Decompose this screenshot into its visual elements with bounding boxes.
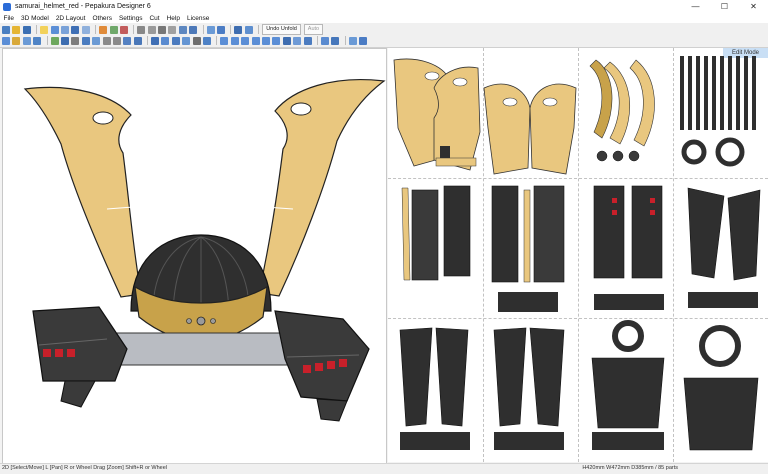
zoom-icon[interactable] bbox=[81, 25, 90, 34]
group-icon[interactable] bbox=[331, 36, 340, 45]
window-title: samurai_helmet_red - Pepakura Designer 6 bbox=[15, 3, 151, 10]
move-icon[interactable] bbox=[60, 25, 69, 34]
toolbar-separator bbox=[230, 25, 232, 34]
view-3d-icon[interactable] bbox=[348, 36, 357, 45]
zoom-extent-icon[interactable] bbox=[217, 25, 226, 34]
menu-settings[interactable]: Settings bbox=[115, 15, 146, 22]
layout-icon[interactable] bbox=[234, 25, 243, 34]
align-center-icon[interactable] bbox=[230, 36, 239, 45]
menu-bar: File 3D Model 2D Layout Others Settings … bbox=[0, 13, 768, 23]
toolbar-separator bbox=[36, 25, 38, 34]
split-view-icon[interactable] bbox=[244, 25, 253, 34]
align-top-icon[interactable] bbox=[251, 36, 260, 45]
arrange-icon[interactable] bbox=[282, 36, 291, 45]
toolbar-separator bbox=[258, 25, 260, 34]
menu-cut[interactable]: Cut bbox=[146, 15, 163, 22]
toolbar-separator bbox=[133, 25, 135, 34]
new-file-icon[interactable] bbox=[2, 25, 10, 34]
pencil-icon[interactable] bbox=[50, 36, 59, 45]
page-icon[interactable] bbox=[161, 36, 170, 45]
pointer-icon[interactable] bbox=[2, 36, 10, 45]
measure-icon[interactable] bbox=[60, 36, 69, 45]
minimize-button[interactable]: — bbox=[681, 0, 710, 13]
edit-flap-icon[interactable] bbox=[92, 36, 101, 45]
toolbar-row-1: Undo Unfold Auto bbox=[2, 24, 326, 35]
columns-icon[interactable] bbox=[171, 36, 180, 45]
texture-icon[interactable] bbox=[99, 25, 108, 34]
menu-3d-model[interactable]: 3D Model bbox=[17, 15, 52, 22]
unfolded-parts[interactable] bbox=[388, 48, 768, 462]
rows-icon[interactable] bbox=[182, 36, 191, 45]
print-icon[interactable] bbox=[203, 36, 212, 45]
toolbar-separator bbox=[344, 36, 346, 45]
flip-icon[interactable] bbox=[123, 36, 132, 45]
settings-icon[interactable] bbox=[192, 36, 201, 45]
hand-icon[interactable] bbox=[12, 36, 21, 45]
close-button[interactable]: ✕ bbox=[739, 0, 768, 13]
status-bar: 2D [Select/Move] L [Pan] R or Wheel Drag… bbox=[0, 463, 768, 474]
face-icon[interactable] bbox=[119, 25, 128, 34]
app-icon bbox=[3, 2, 11, 11]
align-left-icon[interactable] bbox=[220, 36, 229, 45]
status-hint: 2D [Select/Move] L [Pan] R or Wheel Drag… bbox=[2, 465, 168, 471]
save-icon[interactable] bbox=[22, 25, 31, 34]
3d-view-pane[interactable] bbox=[2, 48, 387, 464]
cube-icon[interactable] bbox=[137, 25, 146, 34]
title-bar: samurai_helmet_red - Pepakura Designer 6… bbox=[0, 0, 768, 13]
toolbar: Undo Unfold Auto bbox=[0, 23, 768, 48]
align-bottom-icon[interactable] bbox=[261, 36, 270, 45]
window-controls: — ☐ ✕ bbox=[681, 0, 768, 13]
helmet-3d-model[interactable] bbox=[3, 49, 386, 463]
auto-button[interactable]: Auto bbox=[303, 24, 324, 35]
text-icon[interactable] bbox=[71, 36, 80, 45]
join-icon[interactable] bbox=[81, 36, 90, 45]
grid-icon[interactable] bbox=[151, 36, 160, 45]
rotate-icon[interactable] bbox=[71, 25, 80, 34]
align-right-icon[interactable] bbox=[241, 36, 250, 45]
toolbar-row-2 bbox=[2, 35, 370, 46]
box-icon[interactable] bbox=[147, 25, 156, 34]
status-info: H420mm W472mm D385mm / 85 parts bbox=[582, 465, 678, 471]
menu-help[interactable]: Help bbox=[163, 15, 183, 22]
toolbar-separator bbox=[316, 36, 318, 45]
menu-others[interactable]: Others bbox=[89, 15, 116, 22]
toolbar-separator bbox=[147, 36, 149, 45]
maximize-button[interactable]: ☐ bbox=[710, 0, 739, 13]
menu-license[interactable]: License bbox=[183, 15, 212, 22]
fit-view-icon[interactable] bbox=[206, 25, 215, 34]
axis-icon[interactable] bbox=[158, 25, 167, 34]
open-folder-icon[interactable] bbox=[12, 25, 21, 34]
edge-icon[interactable] bbox=[109, 25, 118, 34]
menu-2d-layout[interactable]: 2D Layout bbox=[52, 15, 89, 22]
undo-icon[interactable] bbox=[102, 36, 111, 45]
shade-icon[interactable] bbox=[168, 25, 177, 34]
zoom-out-icon[interactable] bbox=[33, 36, 42, 45]
2d-layout-pane[interactable]: Edit Mode bbox=[388, 48, 768, 462]
redo-icon[interactable] bbox=[112, 36, 121, 45]
link-icon[interactable] bbox=[189, 25, 198, 34]
toolbar-separator bbox=[202, 25, 204, 34]
undo-unfold-button[interactable]: Undo Unfold bbox=[262, 24, 301, 35]
distribute-icon[interactable] bbox=[272, 36, 281, 45]
select-icon[interactable] bbox=[50, 25, 59, 34]
rotate-part-icon[interactable] bbox=[293, 36, 302, 45]
zoom-in-icon[interactable] bbox=[22, 36, 31, 45]
toolbar-separator bbox=[216, 36, 218, 45]
scale-icon[interactable] bbox=[303, 36, 312, 45]
wireframe-icon[interactable] bbox=[178, 25, 187, 34]
mirror-icon[interactable] bbox=[133, 36, 142, 45]
unfold-icon[interactable] bbox=[320, 36, 329, 45]
view-2d-icon[interactable] bbox=[359, 36, 368, 45]
light-icon[interactable] bbox=[40, 25, 49, 34]
toolbar-separator bbox=[46, 36, 48, 45]
menu-file[interactable]: File bbox=[0, 15, 17, 22]
toolbar-separator bbox=[95, 25, 97, 34]
